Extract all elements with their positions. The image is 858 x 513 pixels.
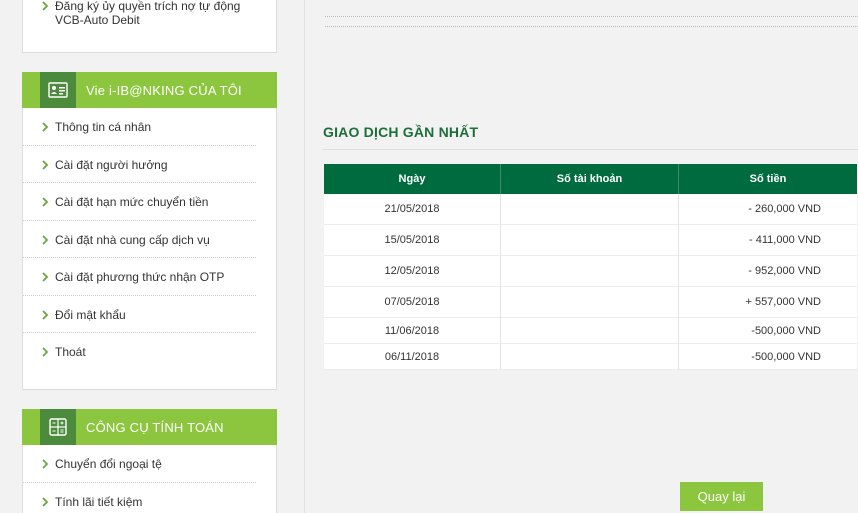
cell-account — [501, 194, 679, 225]
sidebar-item[interactable]: Cài đặt nhà cung cấp dịch vụ — [23, 221, 256, 258]
divider — [323, 149, 858, 150]
chevron-right-icon — [41, 495, 53, 509]
table-row: 11/06/2018 -500,000 VND — [324, 318, 857, 344]
menu-list: Chuyển đổi ngoại tệ Tính lãi tiết kiệm — [23, 445, 276, 513]
cell-date: 21/05/2018 — [324, 194, 501, 225]
sidebar-item-label: Chuyển đổi ngoại tệ — [55, 457, 162, 471]
cell-date: 12/05/2018 — [324, 256, 501, 287]
chevron-right-icon — [41, 158, 53, 172]
user-card-icon — [40, 72, 76, 108]
sidebar-box-my-ibanking: Vie i-IB@NKING CỦA TÔI Thông tin cá nhân… — [22, 72, 277, 390]
column-header-date: Ngày — [324, 164, 501, 194]
cell-amount: - 952,000 VND — [679, 256, 857, 287]
cell-account — [501, 344, 679, 370]
sidebar-box-autodebit: Đăng ký ủy quyền trích nợ tự động VCB-Au… — [22, 0, 277, 53]
box-header: CÔNG CỤ TÍNH TOÁN — [22, 409, 277, 445]
transactions-table: Ngày Số tài khoản Số tiền 21/05/2018 - 26… — [324, 164, 857, 370]
cell-account — [501, 256, 679, 287]
sidebar-box-tools: CÔNG CỤ TÍNH TOÁN Chuyển đổi ngoại tệ Tín… — [22, 409, 277, 513]
cell-date: 06/11/2018 — [324, 344, 501, 370]
sidebar-item-label: Cài đặt nhà cung cấp dịch vụ — [55, 232, 210, 247]
sidebar-item-label: Đổi mật khẩu — [55, 307, 126, 322]
cell-date: 11/06/2018 — [324, 318, 501, 344]
cell-amount: -500,000 VND — [679, 344, 857, 370]
sidebar-item[interactable]: Cài đặt hạn mức chuyển tiền — [23, 183, 256, 221]
box-title: Vie i-IB@NKING CỦA TÔI — [86, 82, 242, 98]
box-header: Vie i-IB@NKING CỦA TÔI — [22, 72, 277, 108]
cell-account — [501, 287, 679, 318]
back-button[interactable]: Quay lại — [680, 482, 763, 511]
chevron-right-icon — [41, 308, 53, 322]
sidebar-item[interactable]: Tính lãi tiết kiệm — [23, 483, 256, 513]
chevron-right-icon — [41, 457, 53, 471]
divider — [325, 16, 858, 17]
sidebar-item[interactable]: Thoát — [23, 333, 256, 371]
sidebar-item-label: Tính lãi tiết kiệm — [55, 494, 143, 509]
sidebar: Đăng ký ủy quyền trích nợ tự động VCB-Au… — [0, 0, 305, 513]
box-title: CÔNG CỤ TÍNH TOÁN — [86, 419, 224, 435]
sidebar-item-label: Cài đặt hạn mức chuyển tiền — [55, 195, 209, 209]
sidebar-item-label: Cài đặt phương thức nhận OTP — [55, 270, 225, 284]
sidebar-item[interactable]: Chuyển đổi ngoại tệ — [23, 445, 256, 483]
chevron-right-icon — [41, 0, 53, 13]
table-row: 06/11/2018 -500,000 VND — [324, 344, 857, 370]
column-header-amount: Số tiền — [749, 173, 787, 185]
sidebar-item[interactable]: Thông tin cá nhân — [23, 108, 256, 146]
sidebar-item-label: Thoát — [55, 345, 86, 359]
chevron-right-icon — [41, 270, 53, 284]
sidebar-item-label: Đăng ký ủy quyền trích nợ tự động VCB-Au… — [55, 0, 241, 27]
sidebar-item-auto-debit[interactable]: Đăng ký ủy quyền trích nợ tự động VCB-Au… — [23, 0, 256, 53]
table-row: 15/05/2018 - 411,000 VND — [324, 225, 857, 256]
table-header: Ngày Số tài khoản Số tiền — [324, 164, 857, 194]
main-content: GIAO DỊCH GẦN NHẤT Ngày Số tài khoản Số … — [305, 0, 858, 513]
chevron-right-icon — [41, 195, 53, 209]
sidebar-item-label: Thông tin cá nhân — [55, 120, 152, 134]
cell-account — [501, 318, 679, 344]
cell-amount: - 260,000 VND — [679, 194, 857, 225]
cell-date: 15/05/2018 — [324, 225, 501, 256]
table-body: 21/05/2018 - 260,000 VND 15/05/2018 - 411,0… — [324, 194, 857, 370]
sidebar-item[interactable]: Đổi mật khẩu — [23, 296, 256, 333]
table-row: 21/05/2018 - 260,000 VND — [324, 194, 857, 225]
table-row: 07/05/2018 + 557,000 VND — [324, 287, 857, 318]
section-title: GIAO DỊCH GẦN NHẤT — [323, 124, 479, 140]
calculator-icon — [40, 409, 76, 445]
sidebar-item[interactable]: Cài đặt phương thức nhận OTP — [23, 258, 256, 296]
column-header-account: Số tài khoản — [501, 164, 679, 194]
table-row: 12/05/2018 - 952,000 VND — [324, 256, 857, 287]
chevron-right-icon — [41, 120, 53, 134]
cell-amount: - 411,000 VND — [679, 225, 857, 256]
sidebar-item-label: Cài đặt người hưởng — [55, 157, 168, 172]
menu-list: Thông tin cá nhân Cài đặt người hưởng Cài … — [23, 108, 276, 371]
cell-account — [501, 225, 679, 256]
cell-amount: -500,000 VND — [679, 318, 857, 344]
chevron-right-icon — [41, 233, 53, 247]
divider — [325, 26, 858, 27]
sidebar-item[interactable]: Cài đặt người hưởng — [23, 146, 256, 183]
cell-amount: + 557,000 VND — [679, 287, 857, 318]
chevron-right-icon — [41, 345, 53, 359]
cell-date: 07/05/2018 — [324, 287, 501, 318]
